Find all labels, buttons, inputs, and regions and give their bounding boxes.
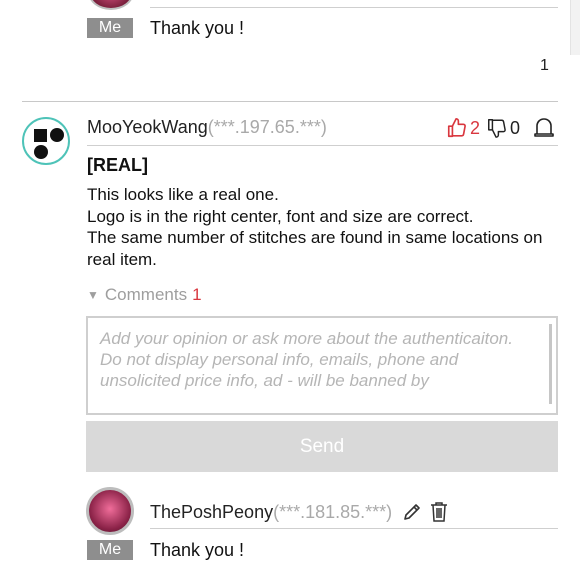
divider [150,528,558,529]
reply-author-ip: (***.181.85.***) [273,501,393,522]
like-button[interactable]: 2 [446,117,480,139]
comments-label: Comments [104,285,188,304]
author-name[interactable]: MooYeokWang [87,117,208,137]
user-logo-avatar [22,117,70,165]
divider [150,7,558,8]
verdict-label: [REAL] [87,155,148,175]
comments-count: 1 [192,285,202,304]
post-body: This looks like a real one. Logo is in t… [87,184,567,270]
send-button[interactable]: Send [86,421,558,472]
scrollbar-edge [570,0,580,55]
me-badge: Me [87,18,133,38]
pencil-icon [404,504,420,520]
author-ip: (***.197.65.***) [207,117,327,137]
reply-text: Thank you ! [150,18,245,38]
post-line: Logo is in the right center, font and si… [87,206,474,226]
comments-toggle[interactable]: ▼ Comments 1 [87,285,202,305]
thumbs-up-icon [447,118,466,138]
opinion-input[interactable]: Add your opinion or ask more about the a… [86,316,558,415]
post-line: This looks like a real one. [87,185,279,204]
avatar[interactable] [86,487,134,535]
thumbs-down-icon [488,119,506,138]
reply-author-name[interactable]: ThePoshPeony [150,502,273,523]
page-number[interactable]: 1 [540,57,549,75]
scrollbar[interactable] [549,324,552,404]
section-divider [22,101,558,102]
me-badge: Me [87,540,133,560]
vote-controls: 2 0 [446,116,554,140]
bell-icon [534,118,554,137]
notify-button[interactable] [534,117,554,139]
reply-text: Thank you ! [150,540,245,560]
divider [87,145,558,146]
reply-author: ThePoshPeony (***.181.85.***) [150,501,448,523]
like-count: 2 [470,117,481,138]
triangle-down-icon: ▼ [87,288,99,302]
delete-button[interactable] [430,501,448,523]
post-line: The same number of stitches are found in… [87,228,543,269]
edit-button[interactable] [402,502,422,522]
opinion-placeholder: Add your opinion or ask more about the a… [100,329,513,390]
post-author: MooYeokWang(***.197.65.***) [87,117,327,138]
trash-icon [431,502,448,522]
dislike-button[interactable]: 0 [486,117,520,139]
avatar [88,0,134,10]
dislike-count: 0 [510,117,521,138]
